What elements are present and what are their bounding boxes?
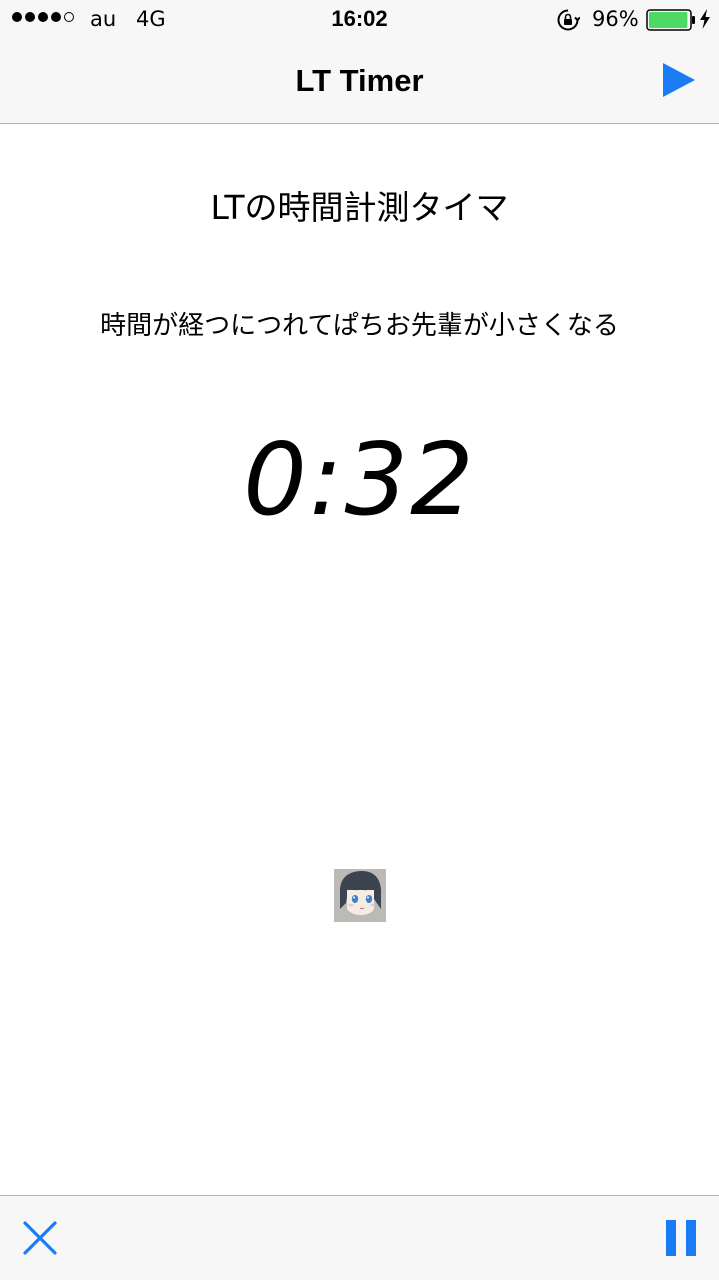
close-button[interactable] bbox=[22, 1220, 58, 1256]
battery-icon bbox=[646, 9, 695, 31]
navigation-bar: LT Timer bbox=[0, 38, 719, 124]
status-bar: au 4G 16:02 96% bbox=[0, 0, 719, 38]
screen: au 4G 16:02 96% LT Timer LTの時間計測タイマ 時間が経… bbox=[0, 0, 719, 1280]
close-icon bbox=[23, 1221, 57, 1255]
orientation-lock-icon bbox=[557, 9, 580, 31]
pause-icon bbox=[666, 1220, 696, 1256]
pause-button[interactable] bbox=[664, 1218, 698, 1258]
play-icon bbox=[663, 63, 695, 97]
charging-bolt-icon bbox=[700, 9, 710, 29]
play-button[interactable] bbox=[660, 60, 698, 100]
page-heading: LTの時間計測タイマ bbox=[210, 188, 509, 227]
character-avatar bbox=[334, 869, 386, 922]
timer-display: 0:32 bbox=[243, 421, 476, 538]
nav-title: LT Timer bbox=[295, 63, 424, 98]
battery-percentage: 96% bbox=[592, 7, 639, 31]
description-text: 時間が経つにつれてぱちお先輩が小さくなる bbox=[100, 311, 619, 341]
bottom-toolbar bbox=[0, 1195, 719, 1280]
